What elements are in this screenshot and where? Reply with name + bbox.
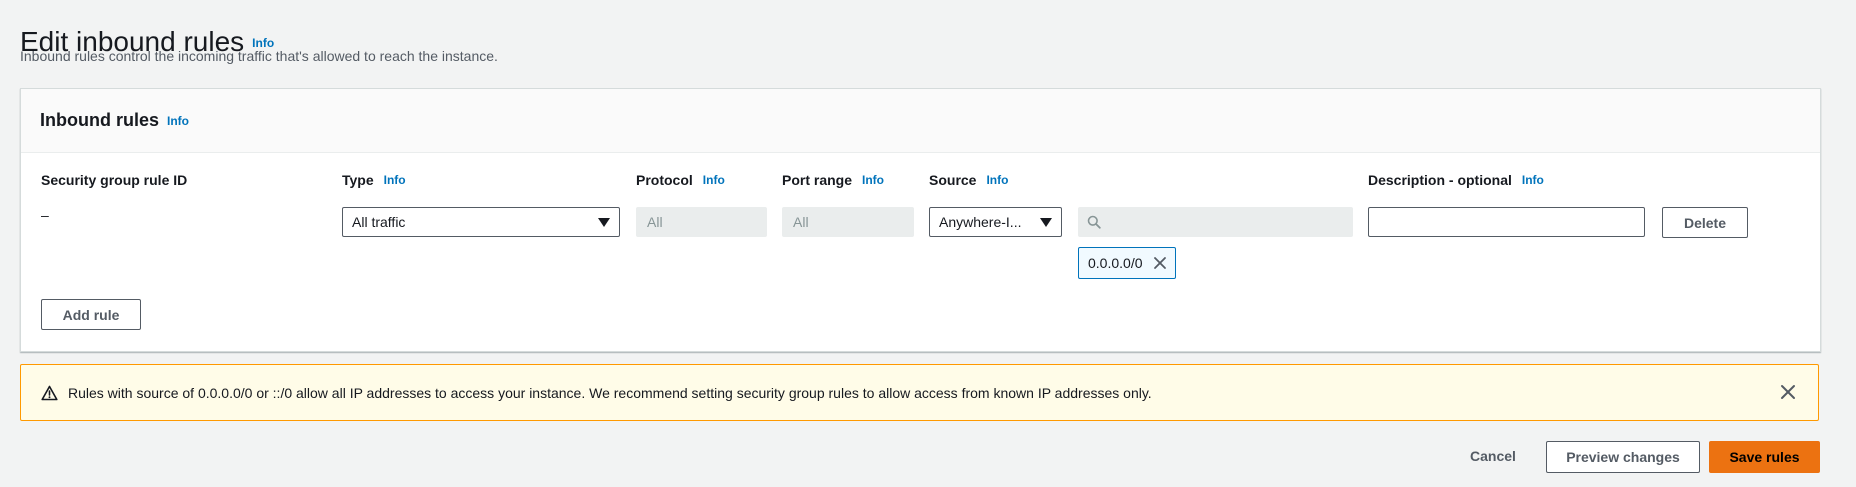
protocol-field: All <box>636 207 767 237</box>
rule-id-label: Security group rule ID <box>41 172 188 188</box>
column-label-source: Source Info <box>929 172 1008 188</box>
preview-changes-button[interactable]: Preview changes <box>1546 441 1700 473</box>
source-select-value: Anywhere-I... <box>939 214 1022 230</box>
cidr-search-input[interactable] <box>1078 207 1353 237</box>
description-info-link[interactable]: Info <box>1522 173 1544 187</box>
panel-title-info-link[interactable]: Info <box>167 114 189 128</box>
column-label-port-range: Port range Info <box>782 172 884 188</box>
warning-icon <box>41 385 58 401</box>
save-rules-button[interactable]: Save rules <box>1709 441 1820 473</box>
column-label-type: Type Info <box>342 172 406 188</box>
caret-down-icon <box>1040 218 1052 227</box>
source-select[interactable]: Anywhere-I... <box>929 207 1062 237</box>
rule-id-value: – <box>41 207 49 223</box>
column-label-protocol: Protocol Info <box>636 172 725 188</box>
caret-down-icon <box>598 218 610 227</box>
description-input[interactable] <box>1368 207 1645 237</box>
cidr-token-label: 0.0.0.0/0 <box>1088 255 1143 271</box>
warning-message: Rules with source of 0.0.0.0/0 or ::/0 a… <box>68 384 1152 401</box>
panel-title: Inbound rules <box>40 110 159 130</box>
page-description: Inbound rules control the incoming traff… <box>20 48 498 64</box>
inbound-rules-panel: Inbound rules Info Security group rule I… <box>20 88 1821 352</box>
protocol-label: Protocol <box>636 172 693 188</box>
source-label: Source <box>929 172 977 188</box>
cidr-token: 0.0.0.0/0 <box>1078 247 1176 279</box>
type-info-link[interactable]: Info <box>384 173 406 187</box>
column-label-description: Description - optional Info <box>1368 172 1544 188</box>
warning-alert: Rules with source of 0.0.0.0/0 or ::/0 a… <box>20 364 1819 421</box>
type-select[interactable]: All traffic <box>342 207 620 237</box>
type-label: Type <box>342 172 374 188</box>
port-range-label: Port range <box>782 172 853 188</box>
protocol-value: All <box>647 214 663 230</box>
port-range-field: All <box>782 207 914 237</box>
port-range-info-link[interactable]: Info <box>862 173 884 187</box>
panel-header: Inbound rules Info <box>21 89 1820 153</box>
column-label-rule-id: Security group rule ID <box>41 172 187 188</box>
close-icon[interactable] <box>1153 256 1167 270</box>
protocol-info-link[interactable]: Info <box>703 173 725 187</box>
port-range-value: All <box>793 214 809 230</box>
source-info-link[interactable]: Info <box>986 173 1008 187</box>
cancel-button[interactable]: Cancel <box>1470 448 1516 464</box>
add-rule-button[interactable]: Add rule <box>41 299 141 330</box>
type-select-value: All traffic <box>352 214 406 230</box>
description-label: Description - optional <box>1368 172 1512 188</box>
search-icon <box>1087 215 1101 229</box>
delete-button[interactable]: Delete <box>1662 207 1748 238</box>
close-icon[interactable] <box>1780 384 1796 400</box>
